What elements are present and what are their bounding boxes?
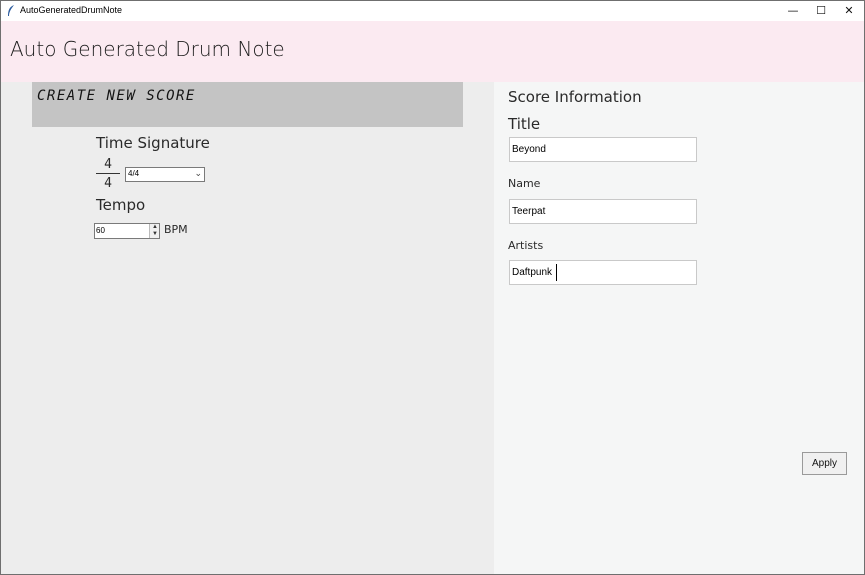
time-signature-label: Time Signature bbox=[96, 134, 210, 152]
tempo-value: 60 bbox=[96, 226, 105, 235]
title-field[interactable]: Beyond bbox=[509, 137, 697, 162]
text-caret bbox=[556, 264, 557, 281]
app-title: Auto Generated Drum Note bbox=[10, 37, 285, 61]
bpm-unit-label: BPM bbox=[164, 223, 188, 236]
artists-field-value: Daftpunk bbox=[512, 267, 553, 278]
score-information-heading: Score Information bbox=[508, 88, 642, 106]
time-signature-denominator: 4 bbox=[104, 176, 112, 191]
time-signature-value: 4/4 bbox=[128, 169, 140, 178]
app-header: Auto Generated Drum Note bbox=[1, 21, 864, 82]
title-label: Title bbox=[508, 115, 541, 133]
name-field[interactable]: Teerpat bbox=[509, 199, 697, 224]
app-window: AutoGeneratedDrumNote — ☐ ✕ Auto Generat… bbox=[0, 0, 865, 575]
maximize-button[interactable]: ☐ bbox=[807, 1, 835, 21]
time-signature-numerator: 4 bbox=[104, 157, 112, 172]
window-title: AutoGeneratedDrumNote bbox=[20, 5, 123, 15]
title-field-value: Beyond bbox=[512, 144, 546, 155]
artists-field[interactable]: Daftpunk bbox=[509, 260, 697, 285]
close-button[interactable]: ✕ bbox=[835, 1, 863, 21]
banner-text: CREATE NEW SCORE bbox=[37, 88, 196, 104]
spin-down-icon[interactable]: ▼ bbox=[151, 231, 159, 238]
create-score-banner: CREATE NEW SCORE bbox=[32, 82, 463, 127]
tempo-spinbox[interactable]: 60 ▲ ▼ bbox=[94, 223, 160, 239]
time-signature-fraction: 4 4 bbox=[96, 157, 120, 191]
chevron-down-icon[interactable]: ⌄ bbox=[194, 168, 202, 179]
fraction-bar bbox=[96, 173, 120, 174]
minimize-button[interactable]: — bbox=[779, 1, 807, 21]
create-score-panel: CREATE NEW SCORE Time Signature 4 4 4/4 … bbox=[1, 82, 494, 574]
artists-label: Artists bbox=[508, 239, 544, 252]
name-field-value: Teerpat bbox=[512, 206, 546, 217]
apply-button[interactable]: Apply bbox=[802, 452, 847, 475]
feather-icon bbox=[8, 5, 14, 16]
tempo-label: Tempo bbox=[96, 196, 146, 214]
spin-up-icon[interactable]: ▲ bbox=[151, 224, 159, 231]
time-signature-select[interactable]: 4/4 ⌄ bbox=[125, 167, 205, 182]
name-label: Name bbox=[508, 177, 541, 190]
score-information-panel: Score Information Title Beyond Name Teer… bbox=[494, 82, 864, 574]
spin-buttons: ▲ ▼ bbox=[149, 224, 159, 238]
window-titlebar[interactable]: AutoGeneratedDrumNote — ☐ ✕ bbox=[1, 1, 864, 21]
